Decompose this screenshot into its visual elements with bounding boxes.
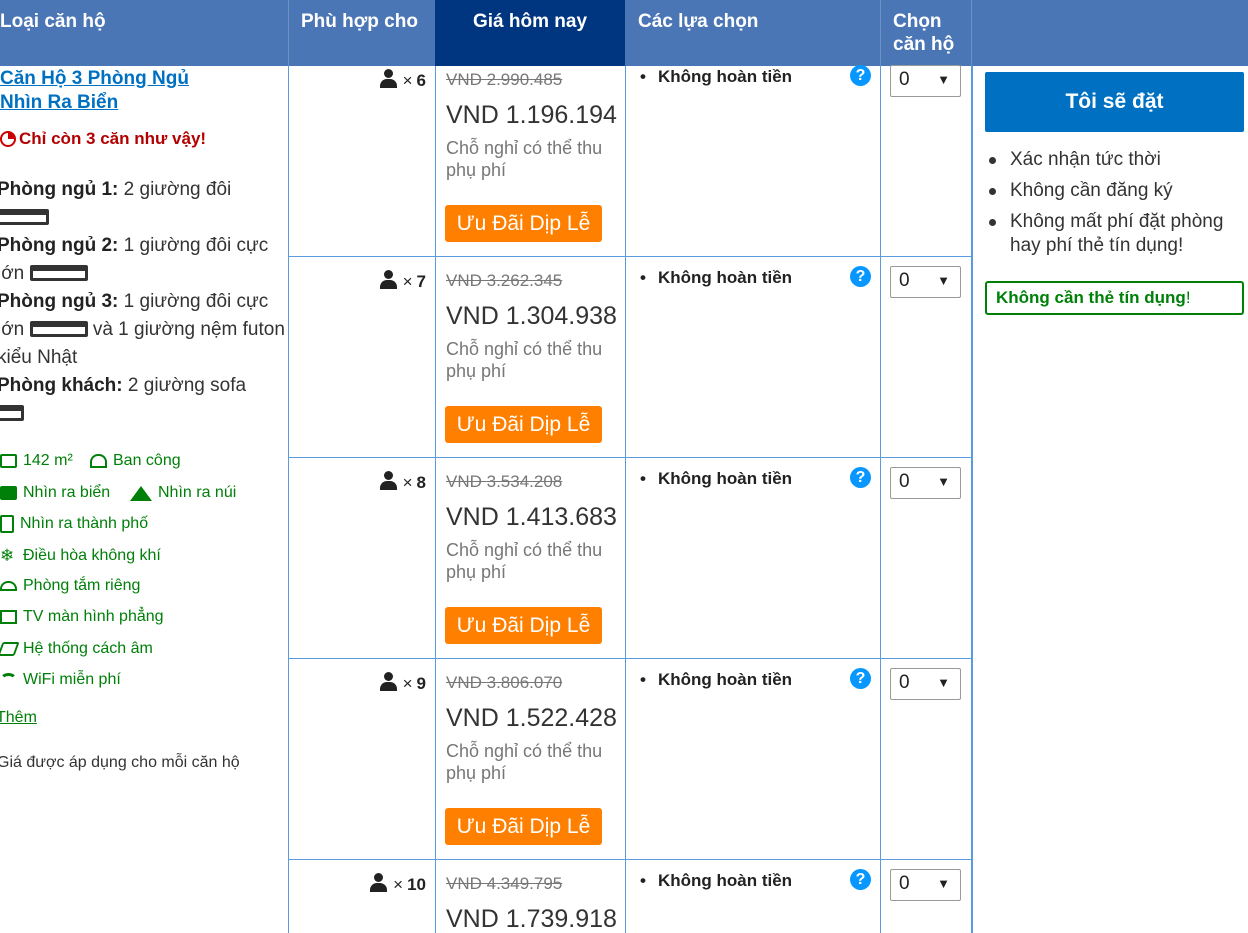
bedroom-3: Phòng ngủ 3: 1 giường đôi cực lớn và 1 g… bbox=[0, 291, 285, 368]
help-icon[interactable]: ? bbox=[850, 467, 871, 488]
room-name-link[interactable]: Căn Hộ 3 Phòng Ngủ Nhìn Ra Biển bbox=[0, 67, 210, 115]
king-bed-icon bbox=[29, 321, 88, 337]
dropdown-arrow-icon: ▼ bbox=[937, 876, 950, 891]
soundproof-icon bbox=[0, 642, 20, 656]
help-icon[interactable]: ? bbox=[850, 869, 871, 890]
area-icon bbox=[0, 454, 17, 468]
non-refundable-option: Không hoàn tiền bbox=[640, 871, 792, 891]
wifi-icon bbox=[0, 673, 17, 687]
header-room-type: Loại căn hộ bbox=[0, 11, 106, 32]
header-select-rooms: Chọn căn hộ bbox=[893, 11, 955, 55]
current-price: VND 1.522.428 bbox=[446, 704, 617, 732]
price-note: Giá được áp dụng cho mỗi căn hộ bbox=[0, 754, 240, 771]
image-icon bbox=[0, 486, 17, 500]
non-refundable-option: Không hoàn tiền bbox=[640, 268, 792, 288]
original-price: VND 3.534.208 bbox=[446, 472, 563, 491]
snowflake-icon: ❄ bbox=[0, 546, 15, 565]
help-icon[interactable]: ? bbox=[850, 668, 871, 689]
no-credit-card-badge: Không cần thẻ tín dụng! bbox=[985, 281, 1244, 315]
help-icon[interactable]: ? bbox=[850, 266, 871, 287]
occupancy-row-2: × 7 bbox=[276, 270, 426, 292]
header-price-today: Giá hôm nay bbox=[435, 0, 625, 66]
current-price: VND 1.413.683 bbox=[446, 503, 617, 531]
facility-mountain-view: Nhìn ra núi bbox=[130, 484, 236, 502]
person-icon bbox=[379, 672, 397, 692]
double-bed-icon bbox=[0, 209, 49, 225]
dropdown-arrow-icon: ▼ bbox=[937, 474, 950, 489]
header-options: Các lựa chọn bbox=[638, 11, 759, 32]
list-item: Không mất phí đặt phòng hay phí thẻ tín … bbox=[989, 210, 1248, 258]
person-icon bbox=[369, 873, 388, 893]
list-item: Không cần đăng ký bbox=[989, 179, 1248, 203]
person-icon bbox=[379, 69, 397, 89]
room-quantity-select[interactable]: 0 ▼ bbox=[890, 266, 961, 298]
holiday-deal-badge: Ưu Đãi Dịp Lễ bbox=[445, 205, 602, 242]
holiday-deal-badge: Ưu Đãi Dịp Lễ bbox=[445, 607, 602, 644]
holiday-deal-badge: Ưu Đãi Dịp Lễ bbox=[445, 406, 602, 443]
original-price: VND 3.262.345 bbox=[446, 271, 563, 290]
dropdown-arrow-icon: ▼ bbox=[937, 72, 950, 87]
facility-aircon: ❄ Điều hòa không khí bbox=[0, 546, 161, 565]
current-price: VND 1.196.194 bbox=[446, 101, 617, 129]
tv-icon bbox=[0, 610, 17, 624]
table-header: Loại căn hộ Phù hợp cho Giá hôm nay Các … bbox=[0, 0, 1248, 66]
room-quantity-select[interactable]: 0 ▼ bbox=[890, 467, 961, 499]
king-bed-icon bbox=[29, 265, 88, 281]
room-quantity-select[interactable]: 0 ▼ bbox=[890, 869, 961, 901]
booking-perks-list: Xác nhận tức thời Không cần đăng ký Khôn… bbox=[989, 148, 1248, 265]
reserve-button[interactable]: Tôi sẽ đặt bbox=[985, 72, 1244, 132]
room-quantity-select[interactable]: 0 ▼ bbox=[890, 65, 961, 97]
original-price: VND 2.990.485 bbox=[446, 70, 563, 89]
facility-tv: TV màn hình phẳng bbox=[0, 608, 164, 626]
scarcity-text: Chỉ còn 3 căn như vậy! bbox=[19, 129, 207, 148]
more-facilities-link[interactable]: Thêm bbox=[0, 709, 37, 727]
current-price: VND 1.739.918 bbox=[446, 905, 617, 933]
tax-note: Chỗ nghỉ có thể thu phụ phí bbox=[446, 339, 603, 381]
facility-sea-view: Nhìn ra biển bbox=[0, 484, 110, 502]
tax-note: Chỗ nghỉ có thể thu phụ phí bbox=[446, 138, 603, 180]
occupancy-row-5: × 10 bbox=[276, 873, 426, 895]
non-refundable-option: Không hoàn tiền bbox=[640, 469, 792, 489]
non-refundable-option: Không hoàn tiền bbox=[640, 670, 792, 690]
umbrella-icon bbox=[90, 454, 107, 468]
room-quantity-select[interactable]: 0 ▼ bbox=[890, 668, 961, 700]
facility-city-view: Nhìn ra thành phố bbox=[0, 515, 148, 533]
occupancy-row-4: × 9 bbox=[276, 672, 426, 694]
occupancy-row-1: × 6 bbox=[276, 69, 426, 91]
original-price: VND 4.349.795 bbox=[446, 874, 563, 893]
facility-bathroom: Phòng tắm riêng bbox=[0, 577, 140, 595]
help-icon[interactable]: ? bbox=[850, 65, 871, 86]
non-refundable-option: Không hoàn tiền bbox=[640, 67, 792, 87]
facility-wifi: WiFi miễn phí bbox=[0, 671, 121, 689]
sofa-bed-icon bbox=[0, 405, 24, 421]
tax-note: Chỗ nghỉ có thể thu phụ phí bbox=[446, 540, 603, 582]
current-price: VND 1.304.938 bbox=[446, 302, 617, 330]
facility-soundproof: Hệ thống cách âm bbox=[0, 640, 153, 658]
building-icon bbox=[0, 515, 14, 533]
original-price: VND 3.806.070 bbox=[446, 673, 563, 692]
mountain-icon bbox=[130, 485, 152, 501]
dropdown-arrow-icon: ▼ bbox=[937, 273, 950, 288]
tax-note: Chỗ nghỉ có thể thu phụ phí bbox=[446, 741, 603, 783]
living-room: Phòng khách: 2 giường sofa bbox=[0, 372, 287, 428]
dropdown-arrow-icon: ▼ bbox=[937, 675, 950, 690]
shower-icon bbox=[0, 581, 17, 591]
holiday-deal-badge: Ưu Đãi Dịp Lễ bbox=[445, 808, 602, 845]
person-icon bbox=[379, 471, 397, 491]
bedroom-2: Phòng ngủ 2: 1 giường đôi cực lớn bbox=[0, 235, 269, 284]
bedroom-1: Phòng ngủ 1: 2 giường đôi bbox=[0, 176, 287, 232]
list-item: Xác nhận tức thời bbox=[989, 148, 1248, 172]
pie-clock-icon bbox=[0, 131, 16, 147]
person-icon bbox=[379, 270, 397, 290]
header-sleeps: Phù hợp cho bbox=[301, 11, 418, 32]
scarcity-message: Chỉ còn 3 căn như vậy! bbox=[0, 129, 206, 149]
facility-size: 142 m² bbox=[0, 452, 73, 470]
facility-balcony: Ban công bbox=[90, 452, 181, 470]
occupancy-row-3: × 8 bbox=[276, 471, 426, 493]
